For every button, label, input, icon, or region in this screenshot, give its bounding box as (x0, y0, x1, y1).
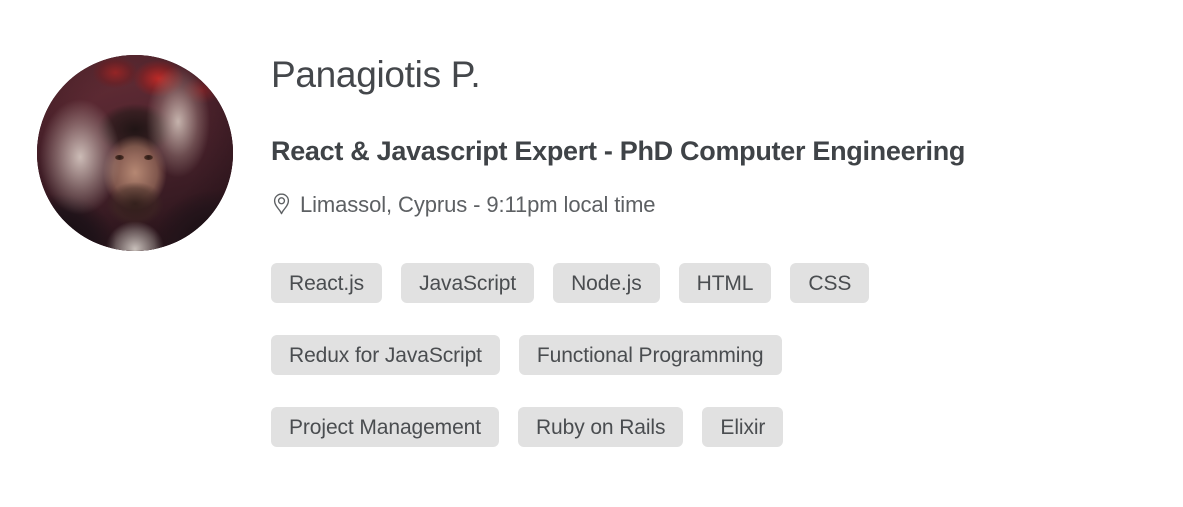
avatar-photo (37, 55, 233, 251)
skill-tag[interactable]: React.js (271, 263, 383, 303)
location-row: Limassol, Cyprus - 9:11pm local time (272, 192, 656, 218)
map-pin-icon (272, 193, 291, 217)
skill-tag[interactable]: HTML (678, 263, 772, 303)
avatar[interactable] (37, 55, 233, 251)
skill-tag-list: React.js JavaScript Node.js HTML CSS Red… (271, 263, 870, 447)
skill-tag-row: Redux for JavaScript Functional Programm… (271, 335, 869, 375)
profile-name: Panagiotis P. (271, 54, 481, 95)
skill-tag[interactable]: Ruby on Rails (517, 407, 684, 447)
skill-tag-row: Project Management Ruby on Rails Elixir (271, 407, 869, 447)
profile-headline: React & Javascript Expert - PhD Computer… (271, 136, 966, 166)
skill-tag[interactable]: Elixir (702, 407, 784, 447)
avatar-photo-detail (144, 155, 153, 160)
skill-tag[interactable]: CSS (790, 263, 870, 303)
skill-tag[interactable]: Redux for JavaScript (271, 335, 500, 375)
skill-tag[interactable]: Project Management (271, 407, 499, 447)
location-text: Limassol, Cyprus - 9:11pm local time (300, 192, 656, 217)
skill-tag-row: React.js JavaScript Node.js HTML CSS (271, 263, 870, 303)
freelancer-profile-card: Panagiotis P. React & Javascript Expert … (0, 0, 1183, 507)
skill-tag[interactable]: JavaScript (401, 263, 535, 303)
skill-tag[interactable]: Node.js (553, 263, 660, 303)
avatar-photo-detail (115, 155, 124, 160)
skill-tag[interactable]: Functional Programming (518, 335, 782, 375)
